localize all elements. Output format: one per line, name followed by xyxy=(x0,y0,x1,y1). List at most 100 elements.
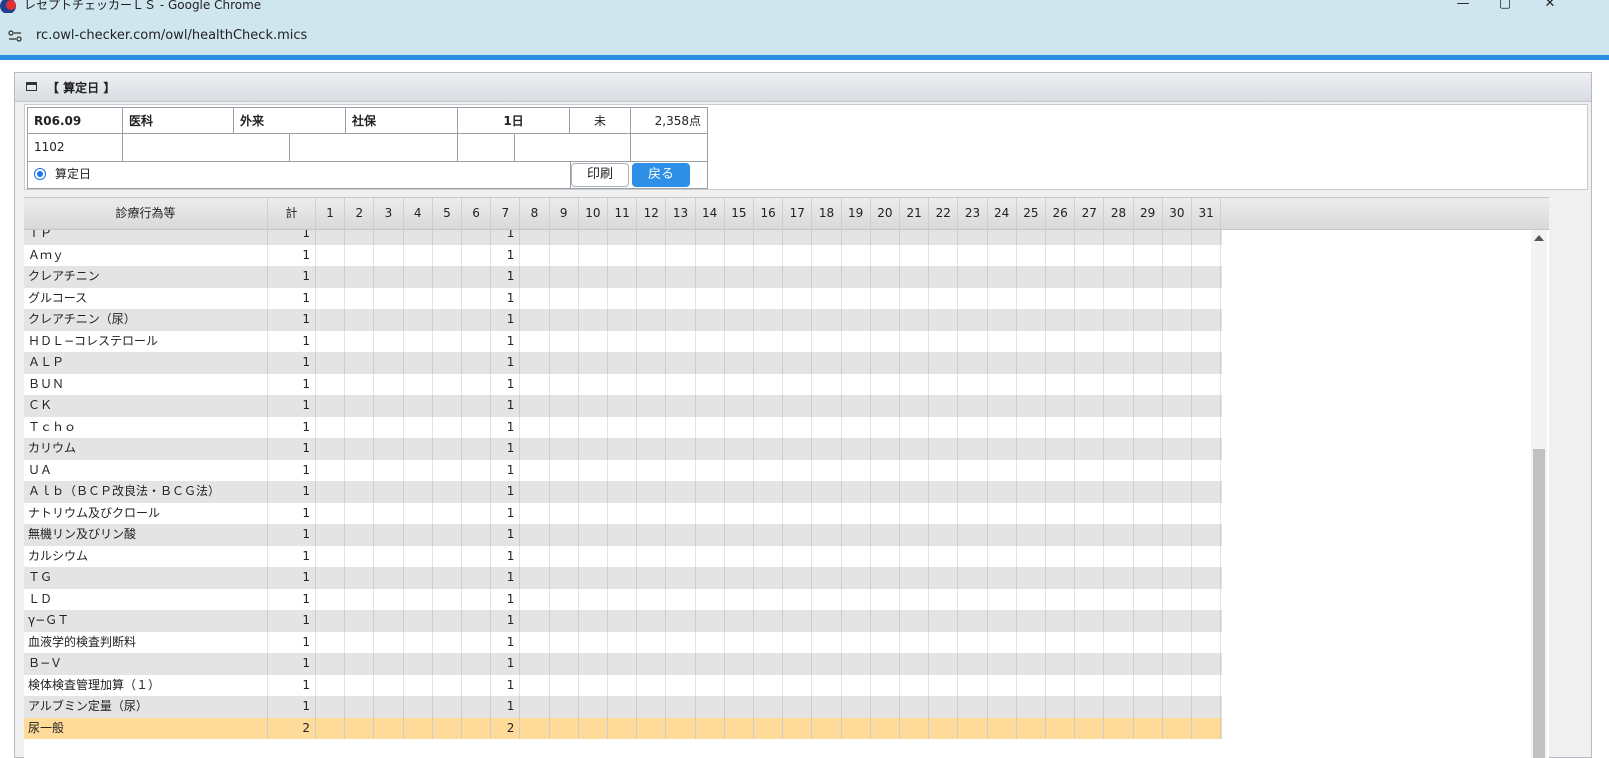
table-row[interactable]: 血液学的検査判断料 1 1 xyxy=(24,631,1222,653)
row-day-2-cell xyxy=(345,610,375,632)
header-day-6[interactable]: 6 xyxy=(462,198,492,229)
header-day-12[interactable]: 12 xyxy=(637,198,667,229)
row-day-29-cell xyxy=(1134,717,1163,739)
header-day-14[interactable]: 14 xyxy=(696,198,725,229)
header-day-7[interactable]: 7 xyxy=(491,198,521,229)
header-item-name[interactable]: 診療行為等 xyxy=(24,198,268,229)
table-row[interactable]: ＣＫ 1 1 xyxy=(24,395,1222,417)
header-day-31[interactable]: 31 xyxy=(1192,198,1222,229)
row-day-20-cell xyxy=(871,395,900,417)
table-row[interactable]: Ａｌｂ（ＢＣＰ改良法・ＢＣＧ法） 1 1 xyxy=(24,481,1222,503)
header-day-10[interactable]: 10 xyxy=(579,198,608,229)
table-row[interactable]: クレアチニン 1 1 xyxy=(24,266,1222,288)
table-row[interactable]: ＵＡ 1 1 xyxy=(24,459,1222,481)
table-row[interactable]: カリウム 1 1 xyxy=(24,438,1222,460)
header-day-18[interactable]: 18 xyxy=(812,198,842,229)
url-text[interactable]: rc.owl-checker.com/owl/healthCheck.mics xyxy=(36,28,307,43)
table-row[interactable]: ＬＤ 1 1 xyxy=(24,588,1222,610)
table-row[interactable]: ＢＵＮ 1 1 xyxy=(24,373,1222,395)
table-row[interactable]: γ−ＧＴ 1 1 xyxy=(24,610,1222,632)
row-day-20-cell xyxy=(871,653,900,675)
header-day-19[interactable]: 19 xyxy=(842,198,871,229)
table-row[interactable]: ＨＤＬ−コレステロール 1 1 xyxy=(24,330,1222,352)
row-day-1-cell xyxy=(316,502,346,524)
row-day-13-cell xyxy=(666,416,696,438)
header-day-26[interactable]: 26 xyxy=(1046,198,1076,229)
header-day-21[interactable]: 21 xyxy=(900,198,930,229)
header-total[interactable]: 計 xyxy=(268,198,316,229)
vertical-scrollbar[interactable] xyxy=(1531,230,1547,758)
row-day-23-cell xyxy=(958,373,988,395)
row-day-11-cell xyxy=(608,717,638,739)
header-day-23[interactable]: 23 xyxy=(958,198,988,229)
row-day-23-cell xyxy=(958,438,988,460)
header-day-13[interactable]: 13 xyxy=(666,198,696,229)
header-day-9[interactable]: 9 xyxy=(550,198,579,229)
maximize-button[interactable]: ▢ xyxy=(1495,0,1515,12)
row-day-24-cell xyxy=(988,674,1017,696)
row-day-26-cell xyxy=(1046,696,1076,718)
header-day-1[interactable]: 1 xyxy=(316,198,346,229)
table-row[interactable]: Ｂ−Ｖ 1 1 xyxy=(24,653,1222,675)
row-day-27-cell xyxy=(1075,674,1105,696)
row-item-name: カルシウム xyxy=(24,545,268,567)
table-row[interactable]: グルコース 1 1 xyxy=(24,287,1222,309)
row-day-15-cell xyxy=(725,481,754,503)
row-day-31-cell xyxy=(1192,717,1222,739)
header-day-29[interactable]: 29 xyxy=(1134,198,1163,229)
header-day-30[interactable]: 30 xyxy=(1163,198,1192,229)
header-day-17[interactable]: 17 xyxy=(783,198,813,229)
scroll-up-arrow-icon[interactable] xyxy=(1534,235,1544,241)
table-row[interactable]: ＡＬＰ 1 1 xyxy=(24,352,1222,374)
row-day-17-cell xyxy=(783,330,813,352)
table-row[interactable]: カルシウム 1 1 xyxy=(24,545,1222,567)
row-day-27-cell xyxy=(1075,230,1105,245)
close-window-button[interactable]: ✕ xyxy=(1540,0,1560,12)
table-row[interactable]: クレアチニン（尿） 1 1 xyxy=(24,309,1222,331)
minimize-button[interactable]: — xyxy=(1453,0,1473,12)
header-day-4[interactable]: 4 xyxy=(404,198,433,229)
site-settings-icon[interactable] xyxy=(8,30,22,42)
scrollbar-thumb[interactable] xyxy=(1533,449,1545,758)
table-row[interactable]: ＴＰ 1 1 xyxy=(24,230,1222,245)
header-day-5[interactable]: 5 xyxy=(433,198,462,229)
back-button[interactable]: 戻る xyxy=(632,163,690,187)
header-day-22[interactable]: 22 xyxy=(929,198,959,229)
row-day-22-cell xyxy=(929,567,959,589)
row-total: 1 xyxy=(268,567,316,589)
header-day-20[interactable]: 20 xyxy=(871,198,900,229)
row-item-name: 血液学的検査判断料 xyxy=(24,631,268,653)
table-row[interactable]: ＴＧ 1 1 xyxy=(24,567,1222,589)
row-day-13-cell xyxy=(666,567,696,589)
header-day-15[interactable]: 15 xyxy=(725,198,754,229)
row-day-1-cell xyxy=(316,653,346,675)
row-day-13-cell xyxy=(666,438,696,460)
table-row[interactable]: 尿一般 2 2 xyxy=(24,717,1222,739)
header-day-3[interactable]: 3 xyxy=(374,198,404,229)
row-day-1-cell xyxy=(316,230,346,245)
header-day-24[interactable]: 24 xyxy=(988,198,1017,229)
header-day-28[interactable]: 28 xyxy=(1104,198,1134,229)
table-row[interactable]: ナトリウム及びクロール 1 1 xyxy=(24,502,1222,524)
row-day-20-cell xyxy=(871,610,900,632)
header-day-11[interactable]: 11 xyxy=(608,198,638,229)
row-day-15-cell xyxy=(725,631,754,653)
header-day-16[interactable]: 16 xyxy=(754,198,784,229)
header-day-25[interactable]: 25 xyxy=(1017,198,1046,229)
table-row[interactable]: Ｔｃｈｏ 1 1 xyxy=(24,416,1222,438)
print-button[interactable]: 印刷 xyxy=(571,163,629,187)
table-row[interactable]: アルブミン定量（尿） 1 1 xyxy=(24,696,1222,718)
table-row[interactable]: 無機リン及びリン酸 1 1 xyxy=(24,524,1222,546)
row-day-15-cell xyxy=(725,717,754,739)
header-day-27[interactable]: 27 xyxy=(1075,198,1105,229)
row-day-28-cell xyxy=(1104,352,1134,374)
table-row[interactable]: 検体検査管理加算（１） 1 1 xyxy=(24,674,1222,696)
row-day-4-cell xyxy=(404,395,433,417)
header-day-8[interactable]: 8 xyxy=(520,198,550,229)
row-day-12-cell xyxy=(637,459,667,481)
row-day-27-cell xyxy=(1075,653,1105,675)
row-day-14-cell xyxy=(696,309,725,331)
table-row[interactable]: Ａｍｙ 1 1 xyxy=(24,244,1222,266)
header-day-2[interactable]: 2 xyxy=(345,198,375,229)
santei-date-radio[interactable] xyxy=(34,168,46,180)
